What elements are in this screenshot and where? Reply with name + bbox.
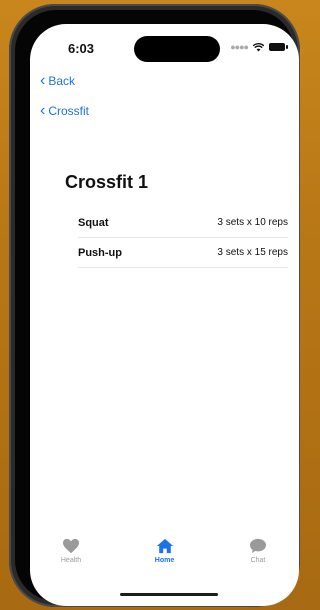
tab-home[interactable]: Home [140,538,190,578]
tab-chat-label: Chat [250,557,266,564]
chevron-left-icon: ‹ [40,72,46,89]
battery-icon [269,43,288,51]
status-time: 6:03 [68,41,95,56]
tab-bar: Health Home Chat [30,538,299,578]
tab-chat[interactable]: Chat [233,538,283,578]
app-screen: 6:03 ●●●● ‹ Back ‹ Crossfit Crossfit 1 S… [30,24,299,606]
exercise-detail: 3 sets x 15 reps [217,247,288,258]
phone-bezel: 6:03 ●●●● ‹ Back ‹ Crossfit Crossfit 1 S… [15,10,299,606]
list-item[interactable]: Push-up 3 sets x 15 reps [78,238,288,268]
chevron-left-icon: ‹ [40,102,46,119]
heart-icon [63,538,79,554]
home-icon [156,538,173,554]
crossfit-back-label: Crossfit [48,104,89,118]
back-label: Back [48,74,76,88]
status-icons: ●●●● [230,42,288,52]
home-indicator [120,593,218,596]
tab-home-label: Home [154,557,175,564]
list-item[interactable]: Squat 3 sets x 10 reps [78,208,288,238]
exercise-list: Squat 3 sets x 10 reps Push-up 3 sets x … [78,208,288,268]
phone-frame: 6:03 ●●●● ‹ Back ‹ Crossfit Crossfit 1 S… [9,4,300,607]
page-title: Crossfit 1 [65,172,149,192]
tab-health[interactable]: Health [46,538,96,578]
tab-health-label: Health [60,557,82,564]
dynamic-island [134,36,220,62]
wifi-icon [253,42,264,51]
chat-bubble-icon [250,538,266,554]
back-button[interactable]: ‹ Back [40,72,76,89]
exercise-name: Push-up [78,246,122,259]
exercise-detail: 3 sets x 10 reps [217,217,288,228]
exercise-name: Squat [78,216,109,229]
crossfit-back-button[interactable]: ‹ Crossfit [40,102,89,119]
signal-icon: ●●●● [230,42,249,52]
